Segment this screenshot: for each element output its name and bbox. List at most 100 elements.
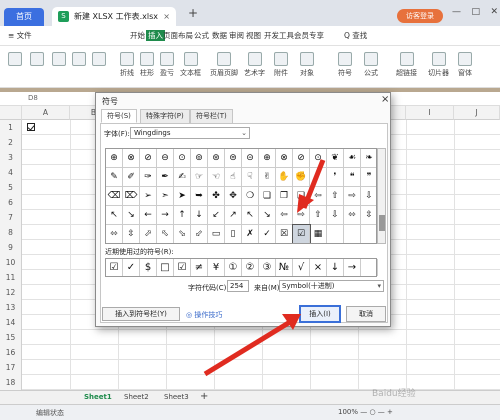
recent-symbol-cell[interactable]: ¥ bbox=[208, 259, 225, 276]
symbol-cell[interactable]: ▯ bbox=[225, 225, 242, 243]
document-tab[interactable]: S 新建 XLSX 工作表.xlsx × bbox=[52, 7, 176, 26]
close-tab-icon[interactable]: × bbox=[163, 7, 170, 26]
menu-start[interactable]: 开始 bbox=[130, 30, 145, 41]
recent-symbol-cell[interactable]: ↓ bbox=[327, 259, 344, 276]
symbol-cell[interactable]: ✋ bbox=[276, 168, 293, 187]
symbol-cell[interactable]: ⬄ bbox=[344, 206, 361, 225]
pivot-chart-tool[interactable] bbox=[30, 52, 44, 68]
char-code-input[interactable]: 254 bbox=[227, 280, 249, 292]
symbol-cell[interactable]: ⊕ bbox=[106, 149, 123, 168]
tips-link[interactable]: ◎ 操作技巧 bbox=[186, 310, 222, 320]
symbol-cell[interactable]: ⇨ bbox=[293, 206, 310, 225]
corner-cell[interactable] bbox=[0, 106, 22, 120]
symbol-cell[interactable] bbox=[344, 225, 361, 243]
symbol-cell[interactable]: ☑ bbox=[292, 224, 311, 243]
sheet-tab-sheet1[interactable]: Sheet1 bbox=[84, 393, 112, 401]
symbol-cell[interactable]: ⬄ bbox=[106, 225, 123, 243]
symbol-cell[interactable]: ⬀ bbox=[140, 225, 157, 243]
insert-to-symbol-bar-button[interactable]: 插入到符号栏(Y) bbox=[102, 307, 180, 321]
minimize-button[interactable]: — bbox=[452, 7, 461, 17]
symbol-cell[interactable]: ✗ bbox=[242, 225, 259, 243]
row-header[interactable]: 12 bbox=[0, 285, 22, 300]
pivot-table-tool[interactable] bbox=[8, 52, 22, 68]
symbol-cell[interactable]: ✑ bbox=[140, 168, 157, 187]
recent-symbol-cell[interactable]: № bbox=[276, 259, 293, 276]
symbol-cell[interactable]: ⬂ bbox=[174, 225, 191, 243]
menu-page-layout[interactable]: 页面布局 bbox=[163, 30, 193, 41]
textbox-tool[interactable]: 文本框 bbox=[180, 52, 201, 78]
recent-symbol-cell[interactable]: ② bbox=[242, 259, 259, 276]
symbol-cell[interactable]: ☝ bbox=[225, 168, 242, 187]
row-header[interactable]: 13 bbox=[0, 300, 22, 315]
symbol-cell[interactable]: ➥ bbox=[191, 187, 208, 206]
form-tool[interactable]: 窗体 bbox=[458, 52, 472, 78]
symbol-cell[interactable]: ↖ bbox=[242, 206, 259, 225]
symbol-cell[interactable]: ☜ bbox=[208, 168, 225, 187]
recent-symbols-row[interactable]: ☑ ✓ $ □ ☑ ≠ ¥ ① ② ③ № √ × ↓ → bbox=[105, 258, 378, 277]
zoom-control[interactable]: 100% — ○ — + bbox=[338, 408, 393, 416]
slicer-tool[interactable]: 切片器 bbox=[428, 52, 449, 78]
symbol-cell[interactable]: ❛ bbox=[310, 168, 327, 187]
recent-symbol-cell[interactable]: ≠ bbox=[191, 259, 208, 276]
symbol-cell[interactable]: ↘ bbox=[123, 206, 140, 225]
row-header[interactable]: 9 bbox=[0, 240, 22, 255]
menu-data[interactable]: 数据 bbox=[212, 30, 227, 41]
row-header[interactable]: 16 bbox=[0, 345, 22, 360]
symbol-cell[interactable]: ⊜ bbox=[225, 149, 242, 168]
recent-symbol-cell[interactable]: → bbox=[344, 259, 361, 276]
symbol-cell[interactable]: ⬁ bbox=[157, 225, 174, 243]
row-header[interactable]: 5 bbox=[0, 180, 22, 195]
symbol-cell[interactable]: ↘ bbox=[259, 206, 276, 225]
symbol-cell[interactable]: ✤ bbox=[208, 187, 225, 206]
wordart-tool[interactable]: 艺术字 bbox=[244, 52, 265, 78]
recent-symbol-cell[interactable]: $ bbox=[140, 259, 157, 276]
insert-button[interactable]: 插入(I) bbox=[299, 305, 341, 323]
sheet-tab-sheet3[interactable]: Sheet3 bbox=[164, 393, 189, 401]
symbol-cell[interactable]: ⇨ bbox=[344, 187, 361, 206]
column-header[interactable]: A bbox=[22, 106, 70, 120]
symbol-cell[interactable]: ❜ bbox=[327, 168, 344, 187]
sheet-tab-sheet2[interactable]: Sheet2 bbox=[124, 393, 149, 401]
symbol-cell[interactable]: ✍ bbox=[174, 168, 191, 187]
sparkline-winloss[interactable]: 盈亏 bbox=[160, 52, 174, 78]
symbol-cell[interactable]: ▭ bbox=[208, 225, 225, 243]
symbol-cell[interactable]: ↖ bbox=[106, 206, 123, 225]
file-menu[interactable]: ≡ 文件 bbox=[8, 30, 32, 41]
recent-symbol-cell[interactable]: □ bbox=[157, 259, 174, 276]
row-header[interactable]: 14 bbox=[0, 315, 22, 330]
shape-tool[interactable] bbox=[92, 52, 106, 68]
symbol-cell[interactable]: ⊚ bbox=[191, 149, 208, 168]
symbol-cell[interactable]: ❧ bbox=[361, 149, 376, 168]
header-footer-tool[interactable]: 页眉页脚 bbox=[210, 52, 238, 78]
symbol-cell[interactable]: ↙ bbox=[208, 206, 225, 225]
symbol-cell[interactable]: ☟ bbox=[242, 168, 259, 187]
symbol-cell[interactable]: ❏ bbox=[259, 187, 276, 206]
column-header[interactable]: J bbox=[454, 106, 500, 120]
menu-member[interactable]: 会员专享 bbox=[294, 30, 324, 41]
symbol-cell[interactable]: ↓ bbox=[191, 206, 208, 225]
close-icon[interactable]: × bbox=[381, 94, 389, 105]
symbol-cell[interactable]: ▦ bbox=[310, 225, 327, 243]
column-header[interactable]: I bbox=[406, 106, 454, 120]
hyperlink-tool[interactable]: 超链接 bbox=[396, 52, 417, 78]
symbol-cell[interactable]: ⊘ bbox=[293, 149, 310, 168]
tab-special-characters[interactable]: 特殊字符(P) bbox=[140, 109, 190, 123]
symbol-cell[interactable]: ⇦ bbox=[276, 206, 293, 225]
sparkline-column[interactable]: 柱形 bbox=[140, 52, 154, 78]
symbol-cell[interactable]: ⇧ bbox=[327, 187, 344, 206]
row-header[interactable]: 15 bbox=[0, 330, 22, 345]
symbol-cell[interactable]: ❝ bbox=[344, 168, 361, 187]
menu-developer[interactable]: 开发工具 bbox=[264, 30, 294, 41]
symbol-cell[interactable]: → bbox=[157, 206, 174, 225]
symbol-cell[interactable]: ⇩ bbox=[327, 206, 344, 225]
symbol-cell[interactable]: ⌫ bbox=[106, 187, 123, 206]
symbol-cell[interactable]: ❞ bbox=[361, 168, 376, 187]
table-tool[interactable] bbox=[52, 52, 66, 68]
tab-symbol-bar[interactable]: 符号栏(T) bbox=[190, 109, 233, 123]
object-tool[interactable]: 对象 bbox=[300, 52, 314, 78]
guest-login-button[interactable]: 访客登录 bbox=[397, 9, 443, 23]
picture-tool[interactable] bbox=[72, 52, 86, 68]
row-header[interactable]: 7 bbox=[0, 210, 22, 225]
symbol-cell[interactable]: ✒ bbox=[157, 168, 174, 187]
menu-formula[interactable]: 公式 bbox=[194, 30, 209, 41]
